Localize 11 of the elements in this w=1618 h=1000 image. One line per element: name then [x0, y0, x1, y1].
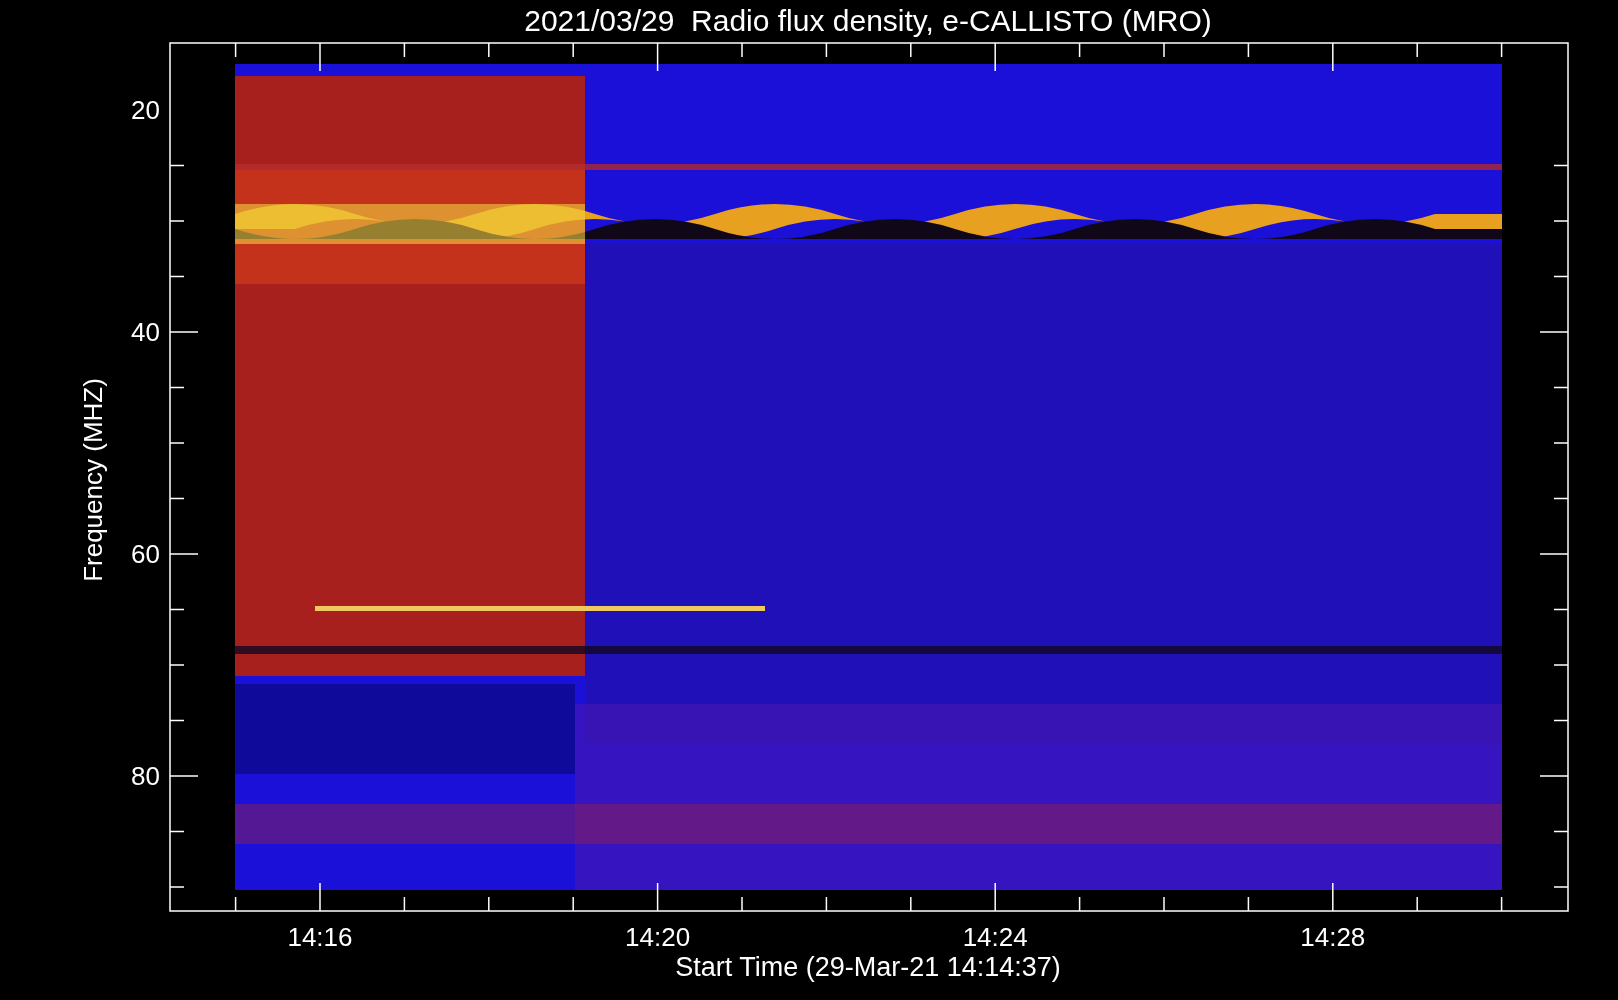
chart-title: 2021/03/29 Radio flux density, e-CALLISTO (MRO) — [524, 4, 1212, 37]
y-tick-label: 20 — [131, 95, 160, 125]
x-tick-label: 14:28 — [1300, 922, 1366, 952]
x-axis-label: Start Time (29-Mar-21 14:14:37) — [675, 952, 1061, 982]
x-tick-label: 14:24 — [962, 922, 1028, 952]
y-tick-label: 40 — [131, 317, 160, 347]
y-tick-label: 80 — [131, 761, 160, 791]
y-axis-label: Frequency (MHZ) — [78, 378, 108, 582]
y-tick-label: 60 — [131, 539, 160, 569]
x-tick-label: 14:16 — [287, 922, 353, 952]
x-tick-label: 14:20 — [625, 922, 691, 952]
